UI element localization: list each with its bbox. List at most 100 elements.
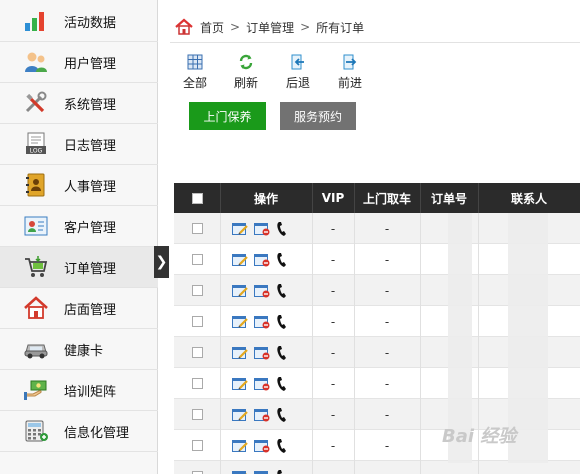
cell-divider: [420, 368, 421, 399]
phone-icon[interactable]: [276, 221, 288, 237]
toolbar-forward-button[interactable]: 前进: [330, 54, 370, 91]
sidebar-item-4[interactable]: 人事管理: [0, 165, 158, 206]
row-checkbox[interactable]: [191, 409, 203, 420]
edit-icon[interactable]: [232, 377, 248, 391]
home-icon[interactable]: [174, 17, 194, 37]
vip-cell: -: [330, 252, 336, 267]
sidebar: 活动数据用户管理系统管理 LOG 日志管理 人事管理客户管理订单管理 店面管理 健康卡 培训…: [0, 0, 158, 474]
sidebar-item-label: 信息化管理: [64, 425, 130, 441]
delete-icon[interactable]: [254, 222, 270, 236]
row-checkbox-cell: [174, 213, 220, 244]
sidebar-item-1[interactable]: 用户管理: [0, 42, 158, 83]
delete-icon[interactable]: [254, 377, 270, 391]
vip-cell: -: [330, 376, 336, 391]
edit-icon[interactable]: [232, 470, 248, 474]
row-checkbox[interactable]: [191, 378, 203, 389]
toolbar-all-label: 全部: [182, 76, 207, 90]
header-actions: 操作: [253, 191, 278, 206]
row-checkbox-cell: [174, 368, 220, 399]
row-actions: [232, 213, 306, 244]
forward-arrow-icon: [342, 54, 358, 70]
cell-divider: [420, 337, 421, 368]
cell-divider: [478, 244, 479, 275]
edit-icon[interactable]: [232, 284, 248, 298]
edit-icon[interactable]: [232, 408, 248, 422]
sidebar-item-7[interactable]: 店面管理: [0, 288, 158, 329]
row-checkbox-cell: [174, 244, 220, 275]
row-checkbox[interactable]: [191, 223, 203, 234]
sidebar-item-label: 客户管理: [64, 220, 117, 236]
row-checkbox[interactable]: [191, 440, 203, 451]
delete-icon[interactable]: [254, 346, 270, 360]
phone-icon[interactable]: [276, 283, 288, 299]
row-checkbox[interactable]: [191, 347, 203, 358]
header-contact: 联系人: [510, 191, 547, 206]
phone-icon[interactable]: [276, 469, 288, 474]
grid-icon: [187, 54, 203, 70]
header-vip: VIP: [321, 191, 345, 205]
select-all-checkbox[interactable]: [191, 192, 203, 204]
vip-cell: -: [330, 314, 336, 329]
vip-cell: -: [312, 461, 354, 474]
row-actions: [232, 244, 306, 275]
delete-icon[interactable]: [254, 315, 270, 329]
header-order-number: 订单号: [430, 191, 467, 206]
sidebar-item-9[interactable]: 培训矩阵: [0, 370, 158, 411]
cell-divider: [220, 275, 221, 306]
edit-icon[interactable]: [232, 346, 248, 360]
back-arrow-icon: [290, 54, 306, 70]
vip-cell: -: [330, 438, 336, 453]
cell-divider: [478, 275, 479, 306]
delete-icon[interactable]: [254, 470, 270, 474]
sidebar-item-3[interactable]: LOG 日志管理: [0, 124, 158, 165]
edit-icon[interactable]: [232, 253, 248, 267]
sidebar-item-0[interactable]: 活动数据: [0, 1, 158, 42]
pickup-cell: -: [384, 438, 390, 453]
onsite-maintenance-button[interactable]: 上门保养: [189, 102, 266, 130]
edit-icon[interactable]: [232, 315, 248, 329]
cell-divider: [220, 244, 221, 275]
edit-icon[interactable]: [232, 439, 248, 453]
phone-icon[interactable]: [276, 314, 288, 330]
phone-icon[interactable]: [276, 252, 288, 268]
service-booking-button[interactable]: 服务预约: [280, 102, 356, 130]
row-checkbox-cell: [174, 337, 220, 368]
sidebar-item-2[interactable]: 系统管理: [0, 83, 158, 124]
delete-icon[interactable]: [254, 439, 270, 453]
toolbar-refresh-label: 刷新: [233, 76, 258, 90]
phone-icon[interactable]: [276, 438, 288, 454]
pickup-cell: -: [384, 314, 390, 329]
pickup-cell: -: [384, 221, 390, 236]
sidebar-item-5[interactable]: 客户管理: [0, 206, 158, 247]
phone-icon[interactable]: [276, 376, 288, 392]
delete-icon[interactable]: [254, 408, 270, 422]
row-actions: [232, 368, 306, 399]
refresh-icon: [238, 54, 254, 70]
users-icon: [22, 48, 50, 76]
row-checkbox[interactable]: [191, 254, 203, 265]
row-actions: [232, 275, 306, 306]
cell-divider: [220, 430, 221, 461]
sidebar-collapse-toggle[interactable]: ❯: [154, 246, 169, 278]
edit-icon[interactable]: [232, 222, 248, 236]
cell-divider: [420, 275, 421, 306]
log-icon: LOG: [22, 130, 50, 158]
pickup-cell: -: [354, 461, 420, 474]
phone-icon[interactable]: [276, 345, 288, 361]
toolbar-refresh-button[interactable]: 刷新: [226, 54, 266, 91]
sidebar-item-8[interactable]: 健康卡: [0, 329, 158, 370]
sidebar-item-10[interactable]: 信息化管理: [0, 411, 158, 452]
breadcrumb-separator: >: [230, 20, 241, 34]
phone-icon[interactable]: [276, 407, 288, 423]
toolbar-back-button[interactable]: 后退: [278, 54, 318, 91]
delete-icon[interactable]: [254, 284, 270, 298]
toolbar-all-button[interactable]: 全部: [175, 54, 215, 91]
breadcrumb-order-management[interactable]: 订单管理: [246, 19, 294, 36]
row-checkbox[interactable]: [191, 316, 203, 327]
breadcrumb-home[interactable]: 首页: [200, 19, 224, 36]
sidebar-item-6[interactable]: 订单管理: [0, 247, 158, 288]
cell-divider: [478, 337, 479, 368]
delete-icon[interactable]: [254, 253, 270, 267]
sidebar-item-label: 用户管理: [64, 56, 117, 72]
row-checkbox[interactable]: [191, 285, 203, 296]
